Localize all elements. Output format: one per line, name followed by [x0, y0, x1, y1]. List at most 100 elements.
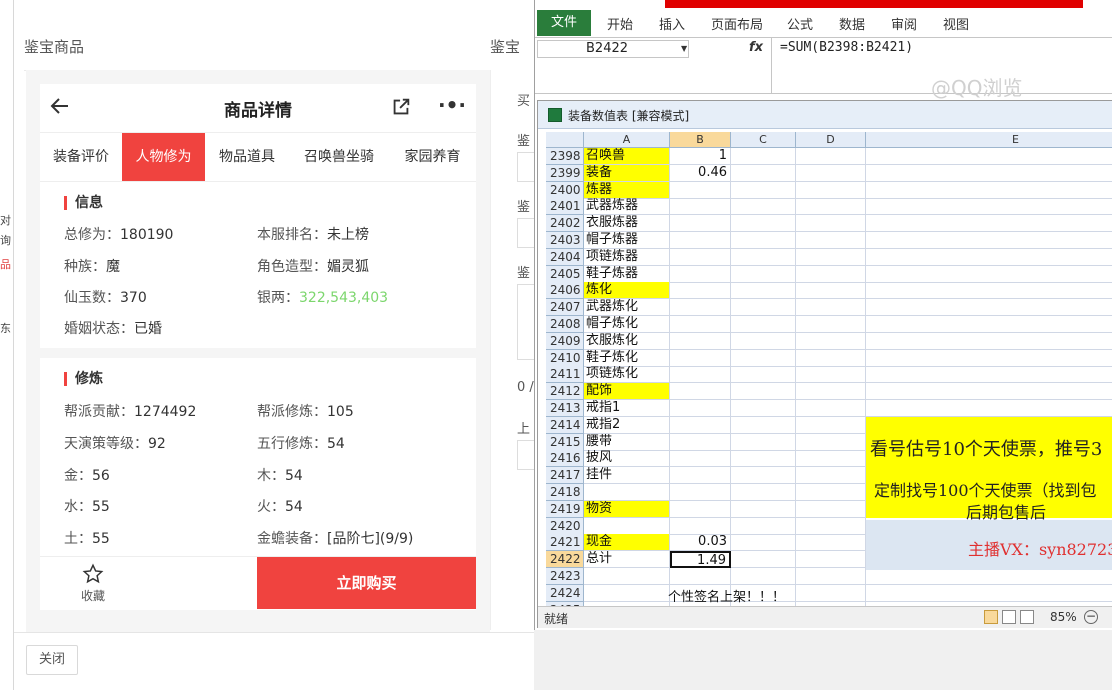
tab-insert[interactable]: 插入 — [659, 14, 685, 33]
cell[interactable] — [796, 383, 866, 401]
tab-summons-mounts[interactable]: 召唤兽坐骑 — [289, 133, 389, 181]
cell-a[interactable]: 鞋子炼器 — [584, 265, 670, 283]
cell-b[interactable] — [670, 332, 731, 350]
zoom-out-icon[interactable]: − — [1084, 610, 1098, 624]
cell[interactable] — [796, 366, 866, 384]
row-header[interactable]: 2420 — [546, 517, 584, 535]
row-header[interactable]: 2403 — [546, 232, 584, 249]
cell[interactable] — [731, 568, 796, 585]
cell[interactable] — [866, 383, 1112, 401]
cell[interactable] — [796, 517, 866, 535]
row-header[interactable]: 2401 — [546, 198, 584, 216]
tab-file[interactable]: 文件 — [537, 10, 591, 36]
share-icon[interactable] — [390, 96, 412, 118]
cell[interactable] — [796, 484, 866, 501]
cell-a[interactable]: 炼化 — [584, 282, 670, 300]
cell[interactable] — [866, 333, 1112, 350]
tab-items[interactable]: 物品道具 — [205, 133, 289, 181]
cell[interactable] — [866, 568, 1112, 585]
cell-b[interactable] — [670, 181, 731, 199]
row-header[interactable]: 2411 — [546, 366, 584, 384]
cell[interactable] — [796, 500, 866, 518]
tab-view[interactable]: 视图 — [943, 14, 969, 33]
tab-equipment-review[interactable]: 装备评价 — [40, 133, 122, 181]
cell-a[interactable]: 总计 — [584, 551, 670, 569]
more-options-icon[interactable]: ·•· — [438, 95, 466, 118]
row-header[interactable]: 2424 — [546, 584, 584, 602]
row-header[interactable]: 2406 — [546, 282, 584, 300]
cell-a[interactable]: 披风 — [584, 450, 670, 468]
cell[interactable] — [796, 181, 866, 199]
cell[interactable] — [796, 248, 866, 266]
cell-b[interactable] — [670, 316, 731, 333]
cell[interactable] — [731, 164, 796, 182]
row-header[interactable]: 2398 — [546, 148, 584, 165]
cell-a[interactable]: 戒指2 — [584, 416, 670, 434]
cell[interactable] — [796, 467, 866, 485]
row-header[interactable]: 2402 — [546, 215, 584, 233]
cell[interactable] — [731, 299, 796, 317]
column-header[interactable]: A — [584, 132, 670, 148]
cell[interactable] — [731, 282, 796, 300]
cell-b[interactable] — [670, 366, 731, 384]
cell[interactable] — [796, 416, 866, 434]
cell[interactable] — [731, 383, 796, 401]
row-header[interactable]: 2423 — [546, 568, 584, 585]
column-header[interactable]: D — [796, 132, 866, 148]
row-header[interactable]: 2413 — [546, 400, 584, 417]
favorite-label[interactable]: 收藏 — [70, 587, 116, 604]
cell[interactable] — [796, 299, 866, 317]
cell-b[interactable] — [670, 248, 731, 266]
cell[interactable] — [796, 316, 866, 333]
cell[interactable] — [866, 232, 1112, 249]
cell-a[interactable]: 装备 — [584, 164, 670, 182]
cell-b[interactable]: 0.03 — [670, 534, 731, 552]
back-arrow-icon[interactable] — [48, 94, 72, 118]
close-button[interactable]: 关闭 — [26, 645, 78, 675]
cell-b[interactable] — [670, 232, 731, 249]
row-header[interactable]: 2421 — [546, 534, 584, 552]
cell-a[interactable]: 衣服炼化 — [584, 332, 670, 350]
cell-b[interactable] — [670, 500, 731, 518]
cell-b[interactable] — [670, 568, 731, 585]
cell-a[interactable] — [584, 568, 670, 585]
row-header[interactable]: 2422 — [546, 551, 584, 569]
row-header[interactable]: 2418 — [546, 484, 584, 501]
cell[interactable] — [866, 249, 1112, 266]
cell[interactable] — [731, 248, 796, 266]
cell-b[interactable] — [670, 467, 731, 485]
function-icon[interactable]: fx — [749, 40, 763, 55]
cell-a[interactable]: 武器炼化 — [584, 299, 670, 317]
cell-b[interactable] — [670, 383, 731, 401]
tab-character-cultivation[interactable]: 人物修为 — [122, 133, 205, 181]
cell[interactable] — [731, 349, 796, 367]
select-all-corner[interactable] — [546, 132, 584, 148]
row-header[interactable]: 2419 — [546, 500, 584, 518]
row-header[interactable]: 2408 — [546, 316, 584, 333]
normal-view-icon[interactable] — [984, 610, 998, 624]
row-header[interactable]: 2414 — [546, 416, 584, 434]
cell[interactable] — [731, 416, 796, 434]
cell-a[interactable]: 项链炼化 — [584, 366, 670, 384]
cell[interactable] — [796, 215, 866, 233]
tab-data[interactable]: 数据 — [839, 14, 865, 33]
cell-b[interactable] — [670, 416, 731, 434]
cell[interactable] — [866, 282, 1112, 300]
cell-a[interactable]: 炼器 — [584, 181, 670, 199]
cell-a[interactable] — [584, 584, 670, 602]
cell-a[interactable]: 召唤兽 — [584, 148, 670, 165]
cell-a[interactable]: 帽子炼器 — [584, 232, 670, 249]
cell-a[interactable] — [584, 484, 670, 501]
cell[interactable] — [866, 299, 1112, 317]
row-header[interactable]: 2410 — [546, 349, 584, 367]
cell[interactable] — [796, 232, 866, 249]
tab-review[interactable]: 审阅 — [891, 14, 917, 33]
cell[interactable] — [731, 450, 796, 468]
cell-a[interactable]: 鞋子炼化 — [584, 349, 670, 367]
row-header[interactable]: 2417 — [546, 467, 584, 485]
cell[interactable] — [796, 534, 866, 552]
cell-b[interactable] — [670, 450, 731, 468]
cell[interactable] — [866, 585, 1112, 602]
cell[interactable] — [796, 265, 866, 283]
cell[interactable] — [866, 400, 1112, 417]
